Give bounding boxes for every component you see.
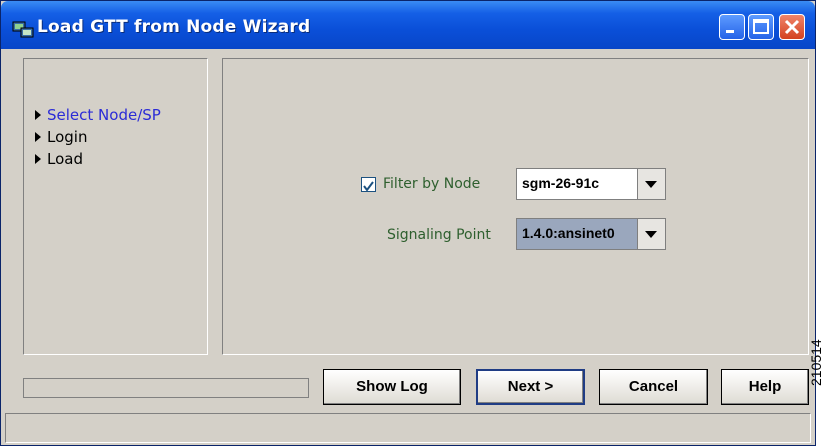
next-button[interactable]: Next >	[476, 369, 585, 405]
step-label: Login	[47, 128, 88, 146]
filter-by-node-label: Filter by Node	[383, 176, 481, 192]
node-select[interactable]: sgm-26-91c	[516, 168, 666, 200]
wizard-steps: Select Node/SP Login Load	[34, 104, 161, 170]
step-select-node-sp: Select Node/SP	[34, 104, 161, 126]
step-label: Load	[47, 150, 83, 168]
status-bar	[5, 413, 811, 443]
signaling-point-dropdown-button[interactable]	[637, 219, 665, 249]
close-icon	[784, 19, 800, 35]
step-login: Login	[34, 126, 161, 148]
chevron-down-icon	[645, 181, 657, 188]
node-select-value: sgm-26-91c	[522, 175, 600, 191]
cancel-button[interactable]: Cancel	[599, 369, 708, 405]
wizard-steps-panel: Select Node/SP Login Load	[23, 58, 208, 355]
show-log-button[interactable]: Show Log	[323, 369, 461, 405]
minimize-button[interactable]	[719, 14, 745, 40]
node-dropdown-button[interactable]	[637, 169, 665, 199]
progress-bar	[23, 378, 309, 398]
close-button[interactable]	[779, 14, 805, 40]
figure-id: 210514	[808, 339, 824, 386]
maximize-button[interactable]	[748, 14, 774, 40]
window-title: Load GTT from Node Wizard	[37, 17, 311, 37]
signaling-point-select[interactable]: 1.4.0:ansinet0	[516, 218, 666, 250]
checkmark-icon	[363, 181, 374, 192]
main-content-panel	[222, 58, 809, 355]
help-button[interactable]: Help	[721, 369, 809, 405]
step-load: Load	[34, 148, 161, 170]
minimize-icon	[726, 30, 734, 33]
wizard-window: Load GTT from Node Wizard Select Node/SP	[0, 0, 816, 446]
signaling-point-label: Signaling Point	[387, 227, 491, 243]
step-label: Select Node/SP	[47, 106, 161, 124]
app-icon	[12, 21, 34, 38]
step-arrow-icon	[35, 154, 41, 164]
signaling-point-value: 1.4.0:ansinet0	[522, 225, 615, 241]
step-arrow-icon	[35, 110, 41, 120]
chevron-down-icon	[645, 231, 657, 238]
filter-by-node-checkbox[interactable]	[361, 177, 376, 192]
step-arrow-icon	[35, 132, 41, 142]
maximize-icon	[753, 19, 769, 34]
title-bar[interactable]: Load GTT from Node Wizard	[1, 1, 815, 49]
